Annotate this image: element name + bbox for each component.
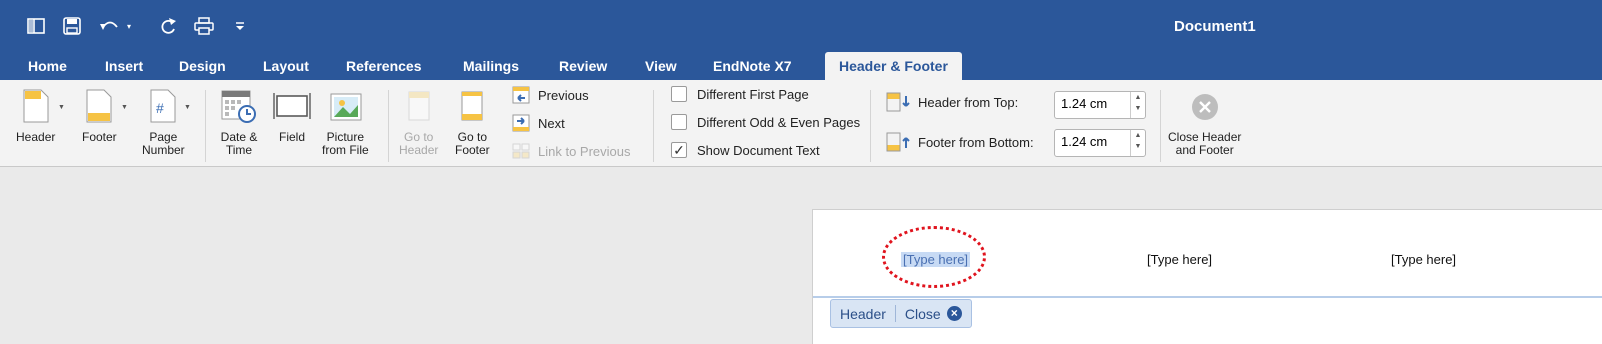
undo-dropdown-icon[interactable]: ▾ [122, 12, 136, 40]
previous-icon [512, 86, 530, 104]
customize-icon[interactable] [232, 12, 248, 40]
ribbon-separator [653, 90, 654, 162]
link-to-previous-button[interactable]: Link to Previous [512, 142, 631, 160]
close-circle-icon[interactable]: × [946, 306, 962, 321]
document-title: Document1 [1174, 18, 1256, 35]
close-icon [1191, 94, 1218, 120]
tab-layout[interactable]: Layout [263, 54, 309, 80]
sidebar-icon[interactable] [24, 12, 48, 40]
print-icon[interactable] [192, 12, 216, 40]
page-number-dropdown-icon[interactable]: ▼ [184, 104, 191, 111]
tab-design[interactable]: Design [179, 54, 226, 80]
checkbox-box[interactable] [671, 114, 687, 130]
spinner-arrows-icon[interactable]: ▲ ▼ [1130, 92, 1145, 118]
different-odd-even-checkbox[interactable]: Different Odd & Even Pages [671, 114, 860, 130]
date-time-button[interactable]: Date & Time [219, 88, 259, 157]
next-button[interactable]: Next [512, 114, 565, 132]
header-right-placeholder[interactable]: [Type here] [1391, 252, 1456, 267]
save-icon[interactable] [60, 12, 84, 40]
header-icon [23, 89, 49, 123]
tab-endnote[interactable]: EndNote X7 [713, 54, 792, 80]
tab-view[interactable]: View [645, 54, 677, 80]
footer-position-icon [886, 132, 910, 152]
tab-mailings[interactable]: Mailings [463, 54, 519, 80]
footer-from-bottom-input[interactable] [1061, 134, 1119, 149]
footer-dropdown-icon[interactable]: ▼ [121, 104, 128, 111]
header-tag-label: Header [840, 305, 886, 322]
header-center-placeholder[interactable]: [Type here] [1147, 252, 1212, 267]
page-number-icon: # [150, 89, 176, 123]
header-from-top-stepper[interactable]: ▲▼ [1054, 91, 1146, 119]
header-close-label: Close [904, 305, 941, 322]
tab-home[interactable]: Home [28, 54, 67, 80]
footer-from-bottom-stepper[interactable]: ▲▼ [1054, 129, 1146, 157]
ribbon-separator [388, 90, 389, 162]
tab-references[interactable]: References [346, 54, 422, 80]
field-button[interactable]: Field [272, 88, 312, 144]
go-to-footer-icon [461, 91, 483, 121]
footer-button[interactable]: Footer [82, 88, 117, 144]
footer-icon [86, 89, 112, 123]
undo-icon[interactable] [98, 12, 122, 40]
header-from-top-label: Header from Top: [886, 92, 1018, 112]
header-close-button[interactable]: Close × [896, 306, 971, 322]
header-from-top-input[interactable] [1061, 96, 1119, 111]
show-document-text-checkbox[interactable]: ✓ Show Document Text [671, 142, 820, 158]
tab-review[interactable]: Review [559, 54, 607, 80]
footer-from-bottom-label: Footer from Bottom: [886, 132, 1034, 152]
tab-insert[interactable]: Insert [105, 54, 143, 80]
annotation-highlight-oval [882, 226, 986, 288]
field-icon [273, 93, 311, 119]
link-icon [512, 143, 530, 159]
next-icon [512, 114, 530, 132]
page-number-button[interactable]: # Page Number [142, 88, 185, 157]
different-first-page-checkbox[interactable]: Different First Page [671, 86, 809, 102]
svg-text:#: # [156, 100, 164, 116]
picture-from-file-button[interactable]: Picture from File [322, 88, 369, 157]
checkmark-icon[interactable]: ✓ [671, 142, 687, 158]
checkbox-box[interactable] [671, 86, 687, 102]
redo-icon[interactable] [156, 12, 180, 40]
close-header-footer-button[interactable]: Close Header and Footer [1168, 92, 1241, 157]
ribbon-tab-bar: Home Insert Design Layout References Mai… [0, 52, 1602, 80]
header-dropdown-icon[interactable]: ▼ [58, 104, 65, 111]
ribbon-separator [1160, 90, 1161, 162]
go-to-header-button[interactable]: Go to Header [399, 88, 438, 157]
previous-button[interactable]: Previous [512, 86, 589, 104]
header-button[interactable]: Header [16, 88, 55, 144]
go-to-header-icon [408, 91, 430, 121]
ribbon-separator [870, 90, 871, 162]
picture-icon [330, 93, 362, 121]
spinner-arrows-icon[interactable]: ▲ ▼ [1130, 130, 1145, 156]
header-position-icon [886, 92, 910, 112]
ribbon-separator [205, 90, 206, 162]
header-footer-tag: Header Close × [830, 299, 972, 328]
tab-header-footer[interactable]: Header & Footer [825, 52, 962, 80]
header-boundary-line [813, 296, 1602, 298]
go-to-footer-button[interactable]: Go to Footer [455, 88, 490, 157]
calendar-clock-icon [221, 90, 256, 123]
